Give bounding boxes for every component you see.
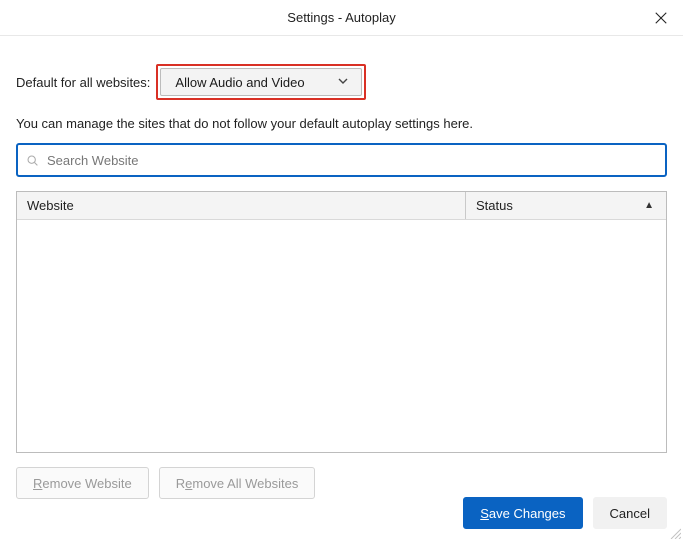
column-status[interactable]: Status ▲ <box>466 192 666 219</box>
search-input[interactable] <box>45 152 657 169</box>
search-field[interactable] <box>16 143 667 177</box>
remove-all-rest: move All Websites <box>192 476 298 491</box>
search-icon <box>26 154 39 167</box>
exceptions-table: Website Status ▲ <box>16 191 667 453</box>
table-body <box>17 220 666 452</box>
default-row: Default for all websites: Allow Audio an… <box>16 64 667 100</box>
remove-website-rest: emove Website <box>42 476 131 491</box>
dialog-title: Settings - Autoplay <box>287 10 395 25</box>
remove-website-button[interactable]: Remove Website <box>16 467 149 499</box>
table-header: Website Status ▲ <box>17 192 666 220</box>
remove-all-button[interactable]: Remove All Websites <box>159 467 316 499</box>
sort-arrow-icon: ▲ <box>644 200 654 211</box>
column-status-label: Status <box>476 198 513 213</box>
default-select[interactable]: Allow Audio and Video <box>160 68 362 96</box>
remove-buttons-row: Remove Website Remove All Websites <box>16 467 667 499</box>
cancel-button[interactable]: Cancel <box>593 497 667 529</box>
hint-text: You can manage the sites that do not fol… <box>16 116 667 131</box>
chevron-down-icon <box>337 75 349 90</box>
resize-grip-icon[interactable] <box>669 527 681 539</box>
close-button[interactable] <box>647 4 675 32</box>
default-select-highlight: Allow Audio and Video <box>156 64 366 100</box>
titlebar: Settings - Autoplay <box>0 0 683 36</box>
dialog-footer: Save Changes Cancel <box>463 497 667 529</box>
close-icon <box>654 11 668 25</box>
default-select-value: Allow Audio and Video <box>175 75 304 90</box>
column-website-label: Website <box>27 198 74 213</box>
default-label: Default for all websites: <box>16 75 150 90</box>
column-website[interactable]: Website <box>17 192 466 219</box>
save-button[interactable]: Save Changes <box>463 497 582 529</box>
save-rest: ave Changes <box>489 506 566 521</box>
